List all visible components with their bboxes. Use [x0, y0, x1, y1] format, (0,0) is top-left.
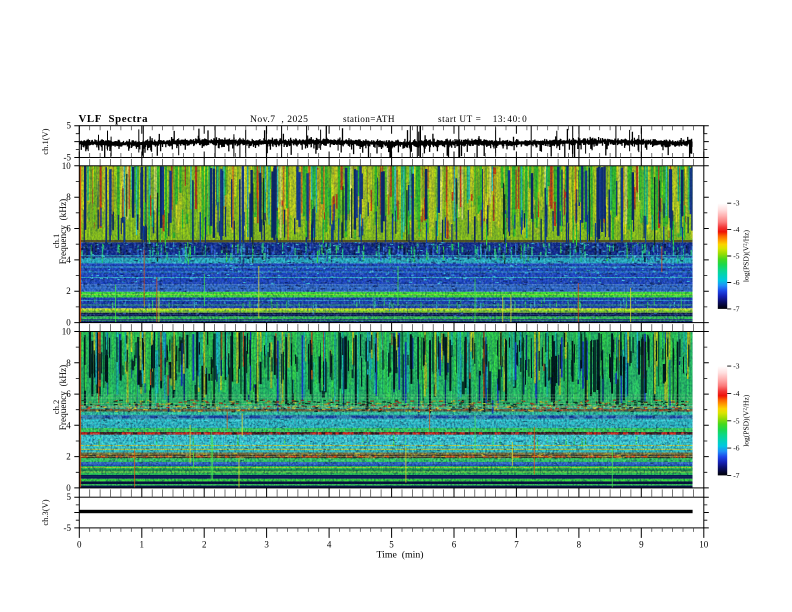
- svg-text:-3: -3: [733, 362, 739, 371]
- svg-text:station=ATH: station=ATH: [343, 114, 395, 124]
- svg-text:start UT = 13: 40: 0: start UT = 13: 40: 0: [438, 114, 527, 124]
- svg-text:-7: -7: [733, 471, 739, 480]
- svg-text:-3: -3: [733, 199, 739, 208]
- svg-text:-7: -7: [733, 304, 739, 313]
- svg-text:2: 2: [66, 286, 71, 296]
- svg-text:2: 2: [66, 452, 71, 462]
- svg-text:Nov.7 , 2025: Nov.7 , 2025: [250, 114, 308, 125]
- svg-text:-6: -6: [733, 444, 739, 453]
- svg-text:7: 7: [514, 540, 519, 550]
- svg-text:log(PSD)(V2/Hz): log(PSD)(V2/Hz): [742, 230, 751, 283]
- svg-text:ch.3(V): ch.3(V): [40, 499, 50, 525]
- svg-text:Frequency (kHz): Frequency (kHz): [58, 365, 69, 431]
- svg-text:5: 5: [67, 121, 72, 131]
- svg-text:8: 8: [577, 540, 582, 550]
- svg-text:2: 2: [202, 540, 207, 550]
- svg-text:log(PSD)(V2/Hz): log(PSD)(V2/Hz): [742, 394, 751, 447]
- svg-text:3: 3: [264, 540, 269, 550]
- svg-text:9: 9: [639, 540, 644, 550]
- svg-text:-6: -6: [733, 278, 739, 287]
- svg-text:1: 1: [140, 540, 145, 550]
- svg-text:-5: -5: [733, 252, 739, 261]
- svg-text:4: 4: [327, 540, 332, 550]
- svg-text:0: 0: [77, 540, 82, 550]
- svg-text:10: 10: [62, 161, 72, 171]
- svg-text:Frequency (kHz): Frequency (kHz): [58, 199, 69, 265]
- svg-text:-4: -4: [733, 225, 739, 234]
- svg-text:6: 6: [452, 540, 457, 550]
- svg-text:VLF Spectra: VLF Spectra: [79, 113, 149, 125]
- svg-text:10: 10: [62, 327, 72, 337]
- svg-text:-5: -5: [733, 416, 739, 425]
- svg-text:5: 5: [389, 540, 394, 550]
- svg-text:10: 10: [699, 540, 709, 550]
- svg-text:-5: -5: [64, 523, 72, 533]
- svg-text:ch.1(V): ch.1(V): [40, 128, 50, 154]
- svg-text:Time (min): Time (min): [377, 550, 424, 561]
- svg-text:5: 5: [67, 492, 72, 502]
- svg-text:-4: -4: [733, 389, 739, 398]
